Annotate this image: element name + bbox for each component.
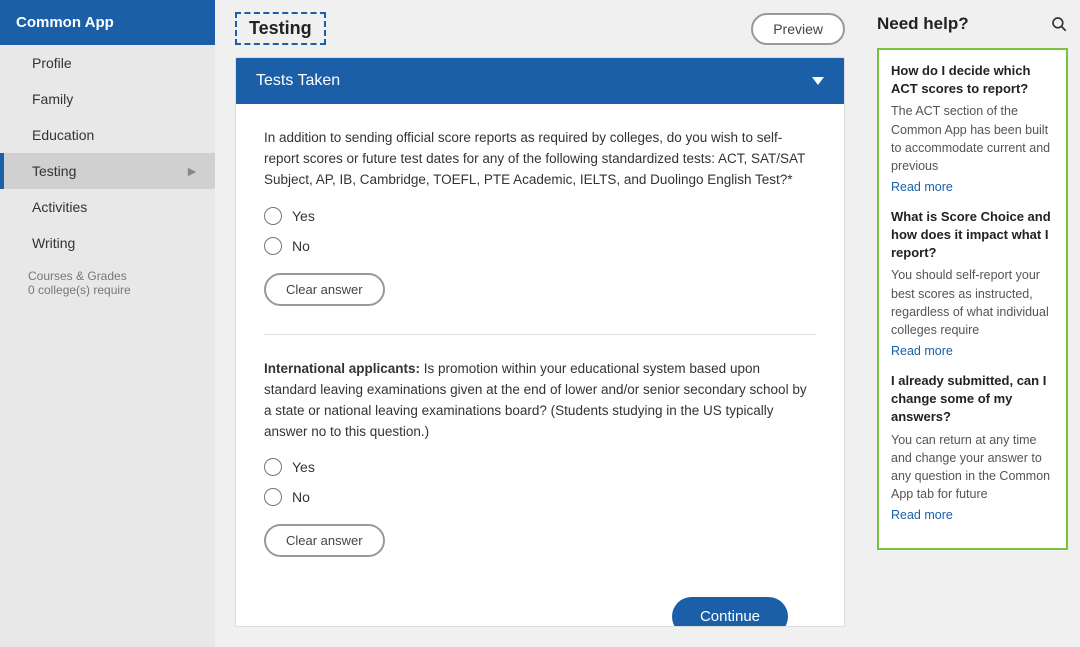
card-header: Tests Taken — [236, 58, 844, 104]
sidebar-item-testing[interactable]: Testing ► — [0, 153, 215, 189]
sidebar-header: Common App — [0, 0, 215, 45]
question1-text: In addition to sending official score re… — [264, 128, 816, 191]
question2-no-radio[interactable] — [264, 488, 282, 506]
help-item-3-title: I already submitted, can I change some o… — [891, 372, 1054, 427]
help-item-3-read-more[interactable]: Read more — [891, 508, 953, 522]
question2-yes-radio[interactable] — [264, 458, 282, 476]
sidebar-item-profile[interactable]: Profile — [0, 45, 215, 81]
search-icon[interactable] — [1050, 15, 1068, 33]
main-content: Testing Preview Tests Taken In addition … — [215, 0, 865, 647]
chevron-down-icon — [812, 77, 824, 85]
page-title: Testing — [235, 12, 326, 45]
tests-taken-card: Tests Taken In addition to sending offic… — [235, 57, 845, 627]
app-name: Common App — [16, 14, 114, 31]
question1-clear-button[interactable]: Clear answer — [264, 273, 385, 306]
help-item-2-body: You should self-report your best scores … — [891, 266, 1054, 339]
continue-button[interactable]: Continue — [672, 597, 788, 627]
help-item-2-read-more[interactable]: Read more — [891, 344, 953, 358]
question1-no-label: No — [292, 238, 310, 254]
card-body: In addition to sending official score re… — [236, 104, 844, 627]
question2-clear-button[interactable]: Clear answer — [264, 524, 385, 557]
help-item-3: I already submitted, can I change some o… — [891, 372, 1054, 522]
question1-no-radio[interactable] — [264, 237, 282, 255]
question2-yes-label: Yes — [292, 459, 315, 475]
testing-arrow-icon: ► — [185, 163, 199, 179]
sidebar-item-education[interactable]: Education — [0, 117, 215, 153]
sidebar-item-family[interactable]: Family — [0, 81, 215, 117]
sidebar-item-activities[interactable]: Activities — [0, 189, 215, 225]
question2-no-option[interactable]: No — [264, 488, 816, 506]
help-panel: How do I decide which ACT scores to repo… — [877, 48, 1068, 550]
card-header-title: Tests Taken — [256, 72, 340, 90]
question2-no-label: No — [292, 489, 310, 505]
divider — [264, 334, 816, 335]
question1-no-option[interactable]: No — [264, 237, 816, 255]
sidebar: Common App Profile Family Education Test… — [0, 0, 215, 647]
right-panel: Need help? How do I decide which ACT sco… — [865, 0, 1080, 647]
sidebar-item-writing[interactable]: Writing — [0, 225, 215, 261]
question1-yes-radio[interactable] — [264, 207, 282, 225]
question2-text: International applicants: Is promotion w… — [264, 359, 816, 443]
preview-button[interactable]: Preview — [751, 13, 845, 45]
sidebar-item-courses-grades[interactable]: Courses & Grades 0 college(s) require — [0, 261, 215, 301]
question1-yes-label: Yes — [292, 208, 315, 224]
help-item-3-body: You can return at any time and change yo… — [891, 431, 1054, 504]
help-item-2-title: What is Score Choice and how does it imp… — [891, 208, 1054, 263]
main-header: Testing Preview — [215, 0, 865, 57]
help-item-2: What is Score Choice and how does it imp… — [891, 208, 1054, 358]
help-item-1: How do I decide which ACT scores to repo… — [891, 62, 1054, 194]
question2-yes-option[interactable]: Yes — [264, 458, 816, 476]
continue-row: Continue — [264, 585, 816, 627]
question1-yes-option[interactable]: Yes — [264, 207, 816, 225]
help-item-1-title: How do I decide which ACT scores to repo… — [891, 62, 1054, 98]
question1-block: In addition to sending official score re… — [264, 128, 816, 306]
help-header: Need help? — [877, 10, 1068, 38]
help-title: Need help? — [877, 14, 969, 34]
help-item-1-read-more[interactable]: Read more — [891, 180, 953, 194]
question2-block: International applicants: Is promotion w… — [264, 359, 816, 558]
question2-bold-prefix: International applicants: — [264, 361, 420, 376]
help-item-1-body: The ACT section of the Common App has be… — [891, 102, 1054, 175]
